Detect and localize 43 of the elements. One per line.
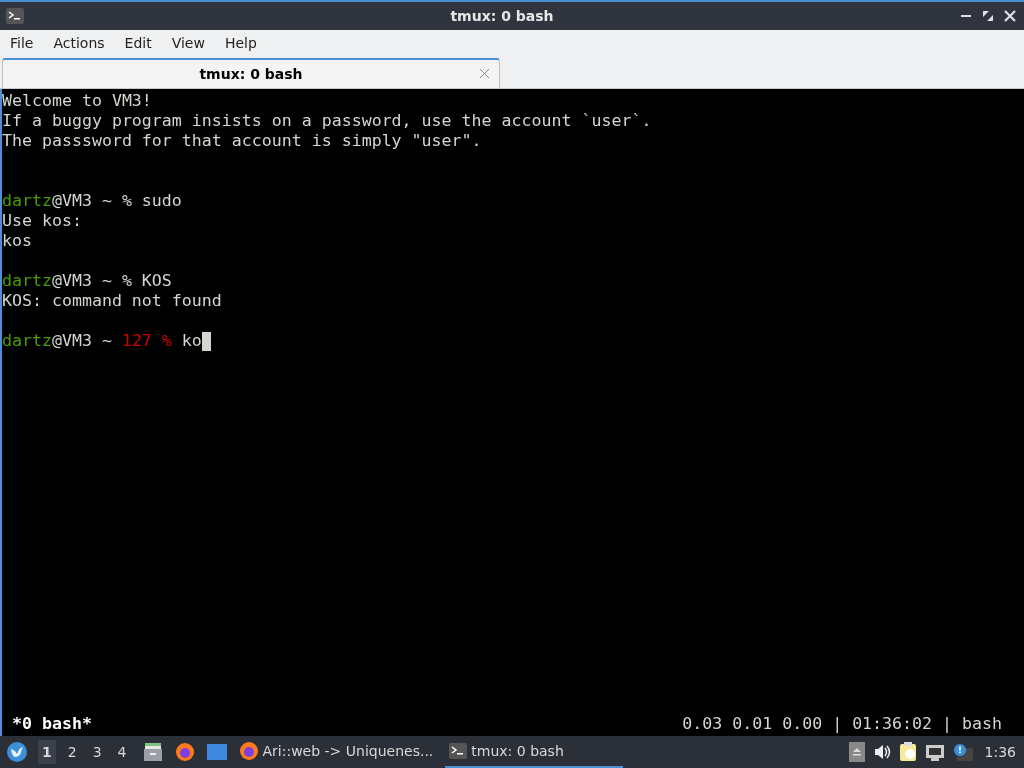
browser-icon[interactable]: [174, 742, 195, 762]
menu-item[interactable]: View: [163, 35, 213, 51]
terminal-text: 127 %: [121, 331, 172, 351]
bird-icon[interactable]: [6, 741, 28, 763]
network-icon[interactable]: [924, 743, 945, 761]
tmux-window-label: *0 bash*: [12, 713, 92, 733]
workspace-button[interactable]: 3: [88, 740, 106, 764]
terminal-text: ko: [180, 331, 202, 351]
terminal-text: @VM3 ~ % KOS: [51, 271, 172, 291]
browser-icon: [238, 741, 259, 761]
clock: 1:36: [984, 744, 1016, 760]
taskbar-task[interactable]: Ari::web -> Uniquenes...: [234, 736, 438, 768]
terminal-text: kos: [2, 231, 32, 251]
menu-item[interactable]: Help: [216, 35, 265, 51]
terminal-text: @VM3 ~: [51, 331, 113, 351]
eject-icon[interactable]: [848, 742, 865, 762]
window-title: tmux: 0 bash: [449, 8, 555, 24]
tab[interactable]: tmux: 0 bash: [2, 58, 500, 88]
maximize-icon[interactable]: [982, 10, 994, 22]
terminal-text: dartz: [2, 331, 52, 351]
menu-item[interactable]: Edit: [116, 35, 160, 51]
menu-item[interactable]: File: [2, 35, 42, 51]
volume-icon[interactable]: [872, 743, 891, 761]
terminal-text: dartz: [2, 271, 52, 291]
desktop-icon[interactable]: [206, 743, 227, 761]
terminal-text: KOS: command not found: [2, 291, 222, 311]
terminal-text: The passsword for that account is simply "user".: [2, 131, 482, 151]
workspace-button[interactable]: 4: [113, 740, 131, 764]
workspace-button[interactable]: 2: [63, 740, 81, 764]
workspace-button[interactable]: 1: [38, 740, 56, 764]
terminal-icon: [6, 8, 24, 24]
clipboard-icon[interactable]: [898, 742, 917, 762]
tmux-status-info: 0.03 0.01 0.00 | 01:36:02 | bash: [682, 713, 1002, 733]
terminal-icon: [449, 743, 468, 759]
terminal-text: @VM3 ~ % sudo: [51, 191, 182, 211]
terminal-text: Welcome to VM3!: [2, 91, 152, 111]
terminal-text: Use kos:: [2, 211, 82, 231]
notification-icon[interactable]: [952, 743, 973, 761]
terminal-text: If a buggy program insists on a password, use the account `user`.: [2, 111, 652, 131]
file-cabinet-icon[interactable]: [142, 742, 163, 762]
taskbar-task[interactable]: tmux: 0 bash: [445, 736, 624, 768]
terminal-text: dartz: [2, 191, 52, 211]
menu-item[interactable]: Actions: [45, 35, 113, 51]
